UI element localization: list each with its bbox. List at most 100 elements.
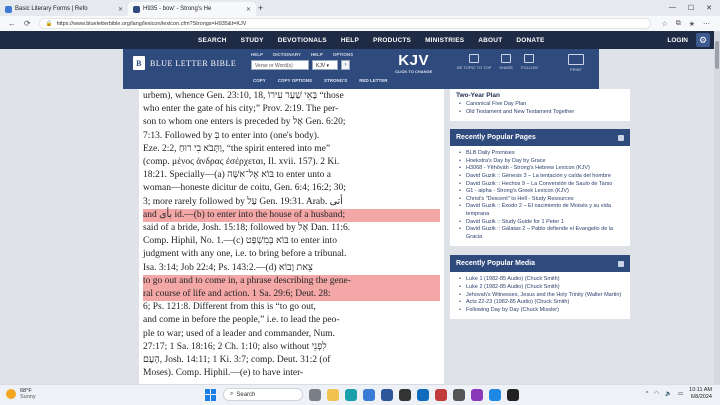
extensions-icon[interactable]: ⧉ — [676, 20, 681, 28]
to-top-button[interactable]: BE TOPIC TO TOP — [457, 54, 491, 72]
lexicon-line: son to whom one enters is preceded by אֶ… — [143, 117, 346, 128]
weather-widget[interactable]: 68°F Sunny — [6, 388, 36, 400]
chevron-up-icon[interactable]: ^ — [646, 391, 649, 397]
red-letter-toggle[interactable]: RED LETTER — [359, 78, 387, 83]
list-item[interactable]: BLB Daily Promises — [459, 150, 624, 158]
nav-help[interactable]: HELP — [341, 37, 359, 44]
version-select-value: KJV — [316, 63, 326, 69]
share-button[interactable]: SHARE — [499, 54, 513, 72]
site-logo[interactable]: B BLUE LETTER BIBLE — [133, 56, 236, 70]
list-item[interactable]: Hoekstra's Day by Day by Grace — [459, 158, 624, 166]
app-icon[interactable] — [489, 388, 501, 401]
nav-devotionals[interactable]: DEVOTIONALS — [278, 37, 327, 44]
list-item[interactable]: David Guzik :: Gálatas 2 – Pablo defiend… — [459, 226, 624, 241]
lexicon-line: judgment with any one, i.e. to bring bef… — [143, 249, 347, 260]
popular-media-panel: Recently Popular Media Luke 1 (1982-85 A… — [450, 255, 630, 320]
copy-button[interactable]: COPY — [253, 78, 266, 83]
app-icon[interactable] — [507, 388, 519, 401]
version-title: KJV — [398, 52, 429, 69]
close-tab-icon[interactable]: ✕ — [246, 6, 251, 13]
search-help-label[interactable]: HELP — [251, 52, 263, 57]
list-item[interactable]: Old Testament and New Testament Together — [459, 109, 624, 117]
clock[interactable]: 10:11 AM 6/8/2024 — [689, 387, 712, 401]
collapse-icon[interactable] — [618, 134, 624, 141]
list-item[interactable]: Luke 1 (1982-85 Audio) (Chuck Smith) — [459, 276, 624, 284]
list-item[interactable]: G1 - alpha - Strong's Greek Lexicon (KJV… — [459, 188, 624, 196]
close-window-icon[interactable]: ✕ — [706, 4, 712, 12]
nav-about[interactable]: ABOUT — [478, 37, 502, 44]
taskbar-search-label: Search — [236, 391, 256, 398]
battery-icon[interactable]: ▭ — [678, 391, 683, 397]
file-explorer-icon[interactable] — [327, 388, 339, 401]
nav-search[interactable]: SEARCH — [198, 37, 227, 44]
list-item[interactable]: Acts 22-23 (1982-85 Audio) (Chuck Smith) — [459, 299, 624, 307]
scrollbar-thumb[interactable] — [715, 41, 719, 69]
word-icon[interactable] — [381, 388, 393, 401]
volume-icon[interactable]: 🔈 — [665, 391, 672, 397]
windows-taskbar: 68°F Sunny ⌕ Search ^ ◠ 🔈 ▭ 10:11 AM 6/8/… — [0, 384, 720, 405]
lexicon-line: 7:13. Followed by בְּ to enter into (one… — [143, 130, 320, 141]
maximize-icon[interactable]: ☐ — [688, 4, 694, 12]
options-help-label[interactable]: HELP — [311, 52, 323, 57]
mail-icon[interactable] — [417, 388, 429, 401]
list-item[interactable]: David Guzik :: Génesis 3 – La tentación … — [459, 173, 624, 181]
store-icon[interactable] — [363, 388, 375, 401]
refresh-icon[interactable]: ⟳ — [24, 19, 31, 28]
app-icon[interactable] — [453, 388, 465, 401]
app-icon[interactable] — [471, 388, 483, 401]
list-item[interactable]: David Guzik :: Éxodo 2 – El nacimiento d… — [459, 203, 624, 218]
star-icon[interactable]: ☆ — [661, 20, 667, 28]
list-item[interactable]: Jehovah's Witnesses, Jesus and the Holy … — [459, 292, 624, 300]
list-item[interactable]: Following Day by Day (Chuck Missler) — [459, 307, 624, 315]
task-view-icon[interactable] — [309, 388, 321, 401]
lexicon-line: ral course of life and action. 1 Sa. 29:… — [143, 288, 440, 302]
edge-icon[interactable] — [345, 388, 357, 401]
share-icon — [501, 54, 512, 63]
more-icon[interactable]: ⋯ — [703, 20, 710, 28]
list-item[interactable]: Canonical Five Day Plan — [459, 101, 624, 109]
minimize-icon[interactable]: — — [669, 4, 676, 12]
page-scrollbar[interactable] — [714, 31, 720, 384]
new-tab-icon[interactable]: + — [258, 3, 263, 13]
close-tab-icon[interactable]: ✕ — [118, 6, 123, 13]
copy-options-button[interactable]: COPY OPTIONS — [278, 78, 312, 83]
list-item[interactable]: H3068 - Yĕhōvāh - Strong's Hebrew Lexico… — [459, 165, 624, 173]
options-label[interactable]: OPTIONS — [333, 52, 353, 57]
login-link[interactable]: LOGIN — [667, 37, 688, 44]
lexicon-line: to go out and to come in, a phrase descr… — [143, 274, 440, 289]
back-icon[interactable]: ← — [8, 19, 16, 28]
lexicon-line: and بأى id.—(b) to enter into the house … — [143, 208, 440, 223]
version-select[interactable]: KJV ▾ — [312, 60, 338, 70]
strongs-toggle[interactable]: STRONG'S — [324, 78, 347, 83]
two-year-plan-panel: Two-Year Plan Canonical Five Day Plan Ol… — [450, 89, 630, 122]
search-go-button[interactable]: › — [341, 60, 350, 70]
nav-donate[interactable]: DONATE — [516, 37, 544, 44]
media-icon[interactable] — [399, 388, 411, 401]
print-button[interactable]: PRINT — [567, 54, 584, 72]
lexicon-line: 27:17; 1 Sa. 18:16; 2 Ch. 1:10; also wit… — [143, 341, 327, 352]
list-item[interactable]: David Guzik :: Study Guide for 1 Peter 1 — [459, 219, 624, 227]
lexicon-line: 6; Ps. 121:8. Different from this is “to… — [143, 302, 316, 313]
browser-tab-1[interactable]: Basic Literary Forms | Refo ✕ — [0, 2, 128, 16]
favorites-icon[interactable]: ★ — [689, 20, 695, 28]
url-field[interactable]: 🔒 https://www.blueletterbible.org/lang/l… — [38, 18, 652, 29]
browser-tab-2[interactable]: H935 - bow' - Strong's He ✕ — [128, 2, 256, 16]
nav-products[interactable]: PRODUCTS — [373, 37, 411, 44]
dictionary-label[interactable]: DICTIONARY — [273, 52, 301, 57]
app-icon[interactable] — [435, 388, 447, 401]
follow-button[interactable]: FOLLOW — [521, 54, 538, 72]
list-item[interactable]: David Guzik :: Hechos 9 – La Conversión … — [459, 181, 624, 189]
collapse-icon[interactable] — [618, 260, 624, 267]
search-input[interactable]: Verse or Word(s) — [251, 60, 309, 70]
logo-text: BLUE LETTER BIBLE — [150, 58, 237, 68]
version-switcher[interactable]: KJV CLICK TO CHANGE — [395, 52, 432, 74]
search-icon: ⌕ — [230, 391, 234, 397]
windows-start-icon[interactable] — [205, 388, 217, 401]
nav-ministries[interactable]: MINISTRIES — [425, 37, 464, 44]
print-icon — [567, 54, 584, 65]
nav-study[interactable]: STUDY — [241, 37, 264, 44]
gear-icon[interactable]: ⚙ — [696, 33, 710, 47]
list-item[interactable]: Luke 2 (1982-85 Audio) (Chuck Smith) — [459, 284, 624, 292]
taskbar-search[interactable]: ⌕ Search — [223, 388, 303, 401]
wifi-icon[interactable]: ◠ — [654, 391, 659, 397]
